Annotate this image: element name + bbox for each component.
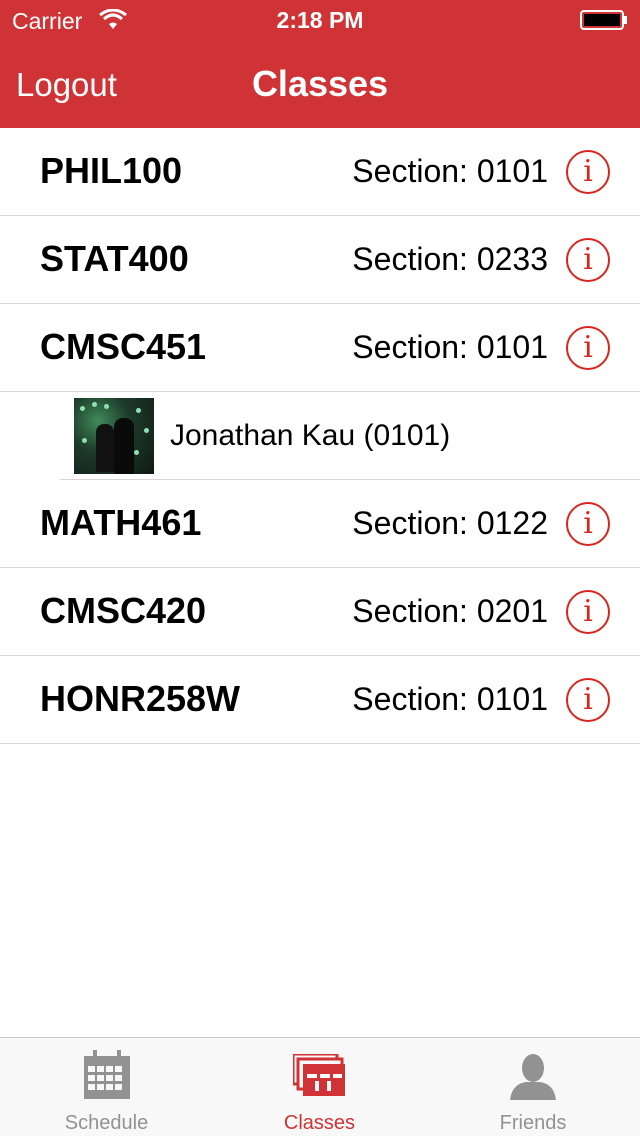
class-section: Section: 0101 (352, 153, 548, 189)
class-code: MATH461 (40, 502, 202, 543)
tab-label: Classes (283, 1112, 356, 1134)
header: Carrier 2:18 PM Logout Classes (0, 0, 640, 128)
info-icon[interactable]: i (566, 590, 610, 634)
info-icon[interactable]: i (566, 502, 610, 546)
friend-name: Jonathan Kau (0101) (170, 419, 451, 452)
status-time: 2:18 PM (276, 7, 364, 33)
calendar-icon (83, 1050, 130, 1099)
person-icon (510, 1054, 556, 1100)
friend-row[interactable]: Jonathan Kau (0101) (0, 392, 640, 480)
class-row-stat400[interactable]: STAT400 Section: 0233 i (0, 216, 640, 304)
class-row-math461[interactable]: MATH461 Section: 0122 i (0, 480, 640, 568)
tab-bar: Schedule Classes Friends (0, 1037, 640, 1136)
class-code: STAT400 (40, 238, 189, 279)
avatar (74, 398, 154, 474)
class-section: Section: 0122 (352, 505, 548, 541)
info-icon[interactable]: i (566, 326, 610, 370)
info-icon[interactable]: i (566, 678, 610, 722)
tab-friends[interactable]: Friends (426, 1038, 640, 1136)
class-code: HONR258W (40, 678, 241, 719)
class-section: Section: 0201 (352, 593, 548, 629)
class-row-cmsc420[interactable]: CMSC420 Section: 0201 i (0, 568, 640, 656)
class-code: CMSC451 (40, 326, 207, 367)
nav-bar: Logout Classes (0, 40, 640, 128)
class-code: PHIL100 (40, 150, 183, 191)
class-row-cmsc451[interactable]: CMSC451 Section: 0101 i (0, 304, 640, 392)
class-section: Section: 0101 (352, 681, 548, 717)
status-bar: Carrier 2:18 PM (0, 0, 640, 40)
battery-icon (580, 10, 627, 30)
tab-classes[interactable]: Classes (213, 1038, 426, 1136)
class-section: Section: 0233 (352, 241, 548, 277)
classes-icon (292, 1054, 345, 1096)
class-code: CMSC420 (40, 590, 207, 631)
tab-label: Schedule (64, 1112, 149, 1134)
tab-schedule[interactable]: Schedule (0, 1038, 213, 1136)
class-row-honr258w[interactable]: HONR258W Section: 0101 i (0, 656, 640, 744)
page-title: Classes (251, 63, 389, 104)
info-icon[interactable]: i (566, 238, 610, 282)
class-row-phil100[interactable]: PHIL100 Section: 0101 i (0, 128, 640, 216)
class-list: PHIL100 Section: 0101 i STAT400 Section:… (0, 128, 640, 744)
info-icon[interactable]: i (566, 150, 610, 194)
class-section: Section: 0101 (352, 329, 548, 365)
tab-label: Friends (499, 1112, 567, 1134)
